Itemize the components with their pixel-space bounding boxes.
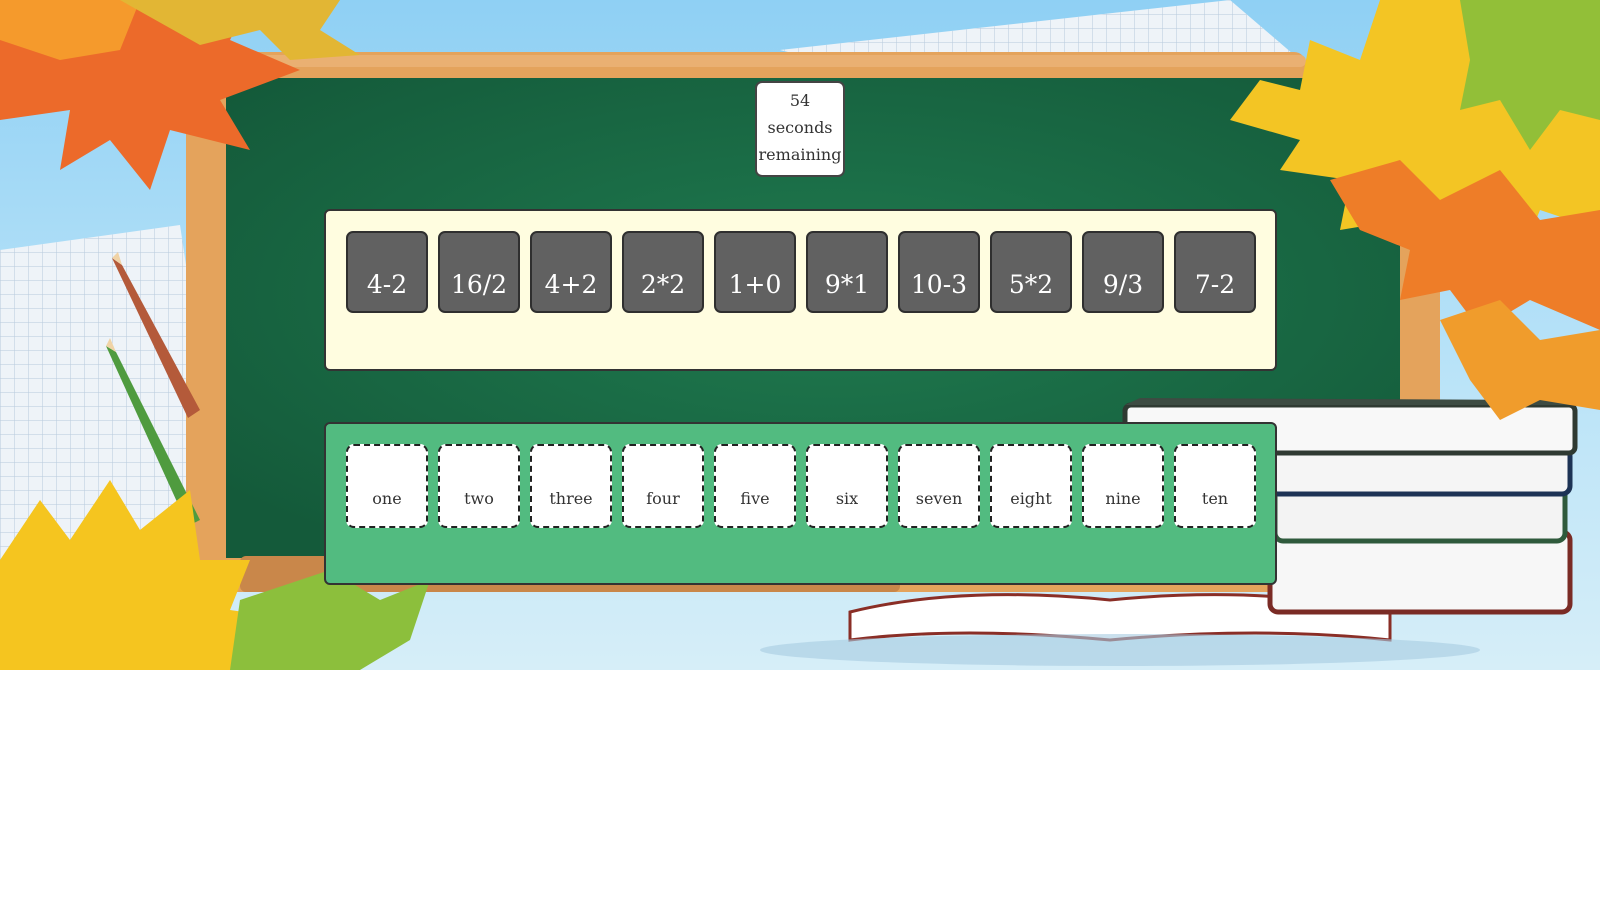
answer-drop-slot[interactable]: one <box>346 444 428 528</box>
expression-tile[interactable]: 10-3 <box>898 231 980 313</box>
answer-drop-slot[interactable]: ten <box>1174 444 1256 528</box>
answer-panel: one two three four five six seven eight … <box>324 422 1277 585</box>
expression-tile[interactable]: 4-2 <box>346 231 428 313</box>
answer-drop-slot[interactable]: three <box>530 444 612 528</box>
expression-tile[interactable]: 5*2 <box>990 231 1072 313</box>
expression-row: 4-2 16/2 4+2 2*2 1+0 9*1 10-3 5*2 9/3 7-… <box>346 231 1256 313</box>
answer-drop-slot[interactable]: nine <box>1082 444 1164 528</box>
expression-tile[interactable]: 7-2 <box>1174 231 1256 313</box>
timer-label: remaining <box>758 145 842 164</box>
answer-drop-slot[interactable]: four <box>622 444 704 528</box>
answer-drop-slot[interactable]: five <box>714 444 796 528</box>
game-scene: 54 seconds remaining 4-2 16/2 4+2 2*2 1+… <box>0 0 1600 670</box>
answer-drop-slot[interactable]: six <box>806 444 888 528</box>
expression-tile[interactable]: 9*1 <box>806 231 888 313</box>
expression-tile[interactable]: 4+2 <box>530 231 612 313</box>
answer-drop-slot[interactable]: eight <box>990 444 1072 528</box>
expression-tile[interactable]: 9/3 <box>1082 231 1164 313</box>
expression-tile[interactable]: 1+0 <box>714 231 796 313</box>
timer-unit: seconds <box>767 118 833 137</box>
expression-panel: 4-2 16/2 4+2 2*2 1+0 9*1 10-3 5*2 9/3 7-… <box>324 209 1277 371</box>
answer-drop-slot[interactable]: seven <box>898 444 980 528</box>
answer-row: one two three four five six seven eight … <box>346 444 1256 528</box>
expression-tile[interactable]: 16/2 <box>438 231 520 313</box>
countdown-timer: 54 seconds remaining <box>755 81 845 177</box>
timer-value: 54 <box>789 91 811 110</box>
expression-tile[interactable]: 2*2 <box>622 231 704 313</box>
answer-drop-slot[interactable]: two <box>438 444 520 528</box>
